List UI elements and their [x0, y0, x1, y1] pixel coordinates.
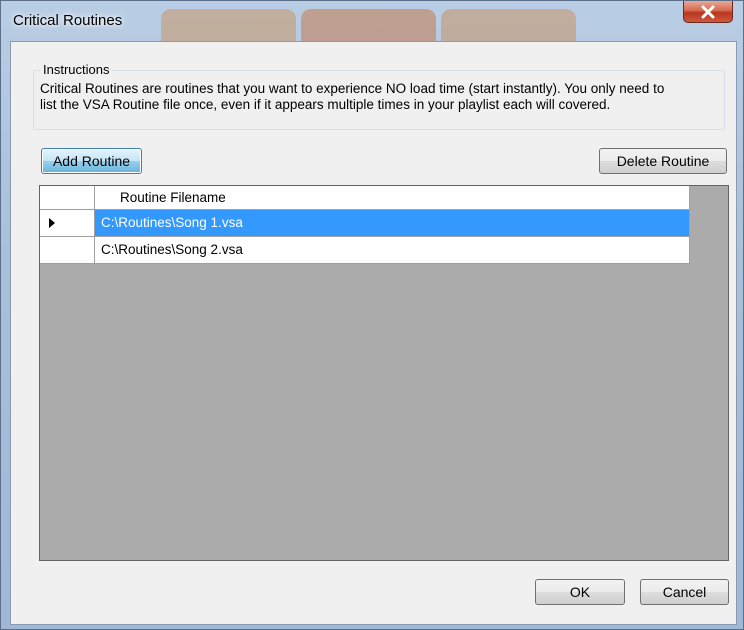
dialog-window: Critical Routines Instructions Critical … [0, 0, 744, 630]
table-row[interactable]: C:\Routines\Song 1.vsa [40, 210, 690, 237]
table-row[interactable]: C:\Routines\Song 2.vsa [40, 237, 690, 264]
background-blur [441, 9, 576, 41]
instructions-group: Instructions Critical Routines are routi… [33, 62, 725, 130]
row-header[interactable] [40, 237, 95, 264]
row-header[interactable] [40, 210, 95, 237]
instructions-group-title: Instructions [40, 62, 113, 77]
grid-header: Routine Filename [40, 186, 690, 210]
column-header-routine-filename[interactable]: Routine Filename [95, 186, 690, 210]
ok-button[interactable]: OK [535, 579, 625, 605]
routine-filename-cell[interactable]: C:\Routines\Song 1.vsa [95, 210, 690, 237]
cancel-button[interactable]: Cancel [640, 579, 729, 605]
close-icon [701, 5, 715, 18]
add-routine-button[interactable]: Add Routine [41, 148, 142, 174]
grid-header-corner[interactable] [40, 186, 95, 210]
instructions-line: Critical Routines are routines that you … [40, 81, 665, 96]
close-button[interactable] [683, 1, 733, 23]
title-bar[interactable]: Critical Routines [1, 1, 743, 41]
instructions-line: list the VSA Routine file once, even if … [40, 97, 611, 112]
window-title: Critical Routines [13, 12, 123, 29]
routines-grid[interactable]: Routine Filename C:\Routines\Song 1.vsa … [39, 185, 729, 561]
routine-filename-cell[interactable]: C:\Routines\Song 2.vsa [95, 237, 690, 264]
background-blur [161, 9, 296, 41]
background-blur [301, 9, 436, 41]
dialog-client-area: Instructions Critical Routines are routi… [10, 41, 737, 625]
delete-routine-button[interactable]: Delete Routine [599, 148, 727, 174]
current-row-indicator-icon [49, 218, 55, 228]
instructions-text: Critical Routines are routines that you … [40, 81, 720, 113]
